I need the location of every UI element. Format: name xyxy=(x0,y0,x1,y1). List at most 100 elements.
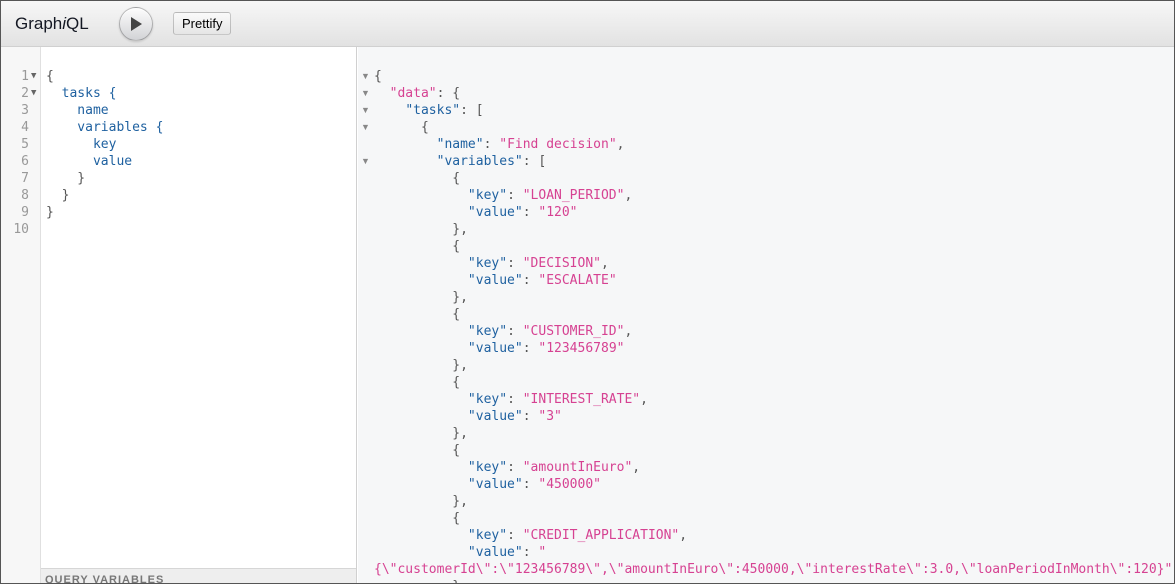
result-line: "value": "3" xyxy=(374,408,1172,425)
json-punctuation: : xyxy=(507,392,523,407)
json-key: "name" xyxy=(436,137,484,152)
result-line: {\"customerId\":\"123456789\",\"amountIn… xyxy=(374,561,1172,578)
fold-arrow-icon[interactable]: ▼ xyxy=(361,122,370,132)
json-punctuation xyxy=(374,324,468,339)
json-string: "data" xyxy=(389,86,437,101)
json-punctuation xyxy=(374,545,468,560)
fold-arrow-icon[interactable]: ▼ xyxy=(361,156,370,166)
result-line: "name": "Find decision", xyxy=(374,136,1172,153)
graphiql-window: GraphiQL Prettify 1 ▼{2 ▼ tasks {3 name 4 v… xyxy=(0,0,1175,584)
json-key: "value" xyxy=(467,273,523,288)
query-line[interactable]: 8 } xyxy=(1,187,357,204)
result-line: "key": "DECISION", xyxy=(374,255,1172,272)
json-punctuation: { xyxy=(374,69,382,84)
json-string: {\"customerId\":\"123456789\",\"amountIn… xyxy=(374,562,1173,577)
query-line-text: key xyxy=(46,137,117,152)
result-line: }, xyxy=(374,357,1172,374)
json-string: "LOAN_PERIOD" xyxy=(522,188,625,203)
json-punctuation xyxy=(374,392,468,407)
json-punctuation xyxy=(374,205,468,220)
result-line: "value": "450000" xyxy=(374,476,1172,493)
json-string: "ESCALATE" xyxy=(538,273,617,288)
play-icon xyxy=(131,16,142,31)
json-key: "key" xyxy=(467,256,508,271)
query-line[interactable]: 1 ▼ { xyxy=(1,68,357,85)
json-punctuation: : xyxy=(507,256,523,271)
json-punctuation: }, xyxy=(374,494,468,509)
json-string: "amountInEuro" xyxy=(522,460,633,475)
result-line: "tasks": [ xyxy=(374,102,1172,119)
query-variables-header[interactable]: QUERY VARIABLES xyxy=(41,568,356,583)
result-line: "key": "amountInEuro", xyxy=(374,459,1172,476)
query-editor[interactable]: 1 ▼{2 ▼ tasks {3 name 4 variables {5 key 6 v… xyxy=(1,47,357,583)
json-punctuation xyxy=(374,188,468,203)
json-key: "key" xyxy=(467,324,508,339)
fold-arrow-icon[interactable]: ▼ xyxy=(361,71,370,81)
query-line[interactable]: 9} xyxy=(1,204,357,221)
result-line: "variables": [ xyxy=(374,153,1172,170)
query-line[interactable]: 10 xyxy=(1,221,357,238)
json-punctuation xyxy=(374,460,468,475)
result-code: { "data": { "tasks": [ { "name": "Find d… xyxy=(374,68,1172,583)
query-line[interactable]: 5 key xyxy=(1,136,357,153)
fold-arrow-icon[interactable]: ▼ xyxy=(31,68,36,85)
query-line[interactable]: 3 name xyxy=(1,102,357,119)
json-punctuation: : xyxy=(522,477,539,492)
json-key: "key" xyxy=(467,188,508,203)
json-string: "3" xyxy=(538,409,562,424)
json-punctuation: : xyxy=(507,324,523,339)
json-key: "value" xyxy=(467,545,523,560)
json-key: "value" xyxy=(467,341,523,356)
line-number: 1 xyxy=(21,69,29,84)
fold-arrow-icon[interactable]: ▼ xyxy=(361,88,370,98)
json-punctuation: }, xyxy=(374,222,468,237)
json-punctuation: { xyxy=(374,511,461,526)
query-line-text: } xyxy=(46,171,86,186)
result-line: }, xyxy=(374,425,1172,442)
result-line: "value": "ESCALATE" xyxy=(374,272,1172,289)
json-punctuation xyxy=(374,154,437,169)
query-line[interactable]: 7 } xyxy=(1,170,357,187)
query-line[interactable]: 2 ▼ tasks { xyxy=(1,85,357,102)
json-key: "value" xyxy=(467,409,523,424)
json-punctuation: : xyxy=(507,188,523,203)
json-string: "123456789" xyxy=(538,341,625,356)
json-punctuation: : xyxy=(522,205,539,220)
json-string: "CUSTOMER_ID" xyxy=(522,324,625,339)
result-line: { xyxy=(374,68,1172,85)
result-line: } xyxy=(374,578,1172,583)
json-punctuation: { xyxy=(374,239,461,254)
json-string: "DECISION" xyxy=(522,256,601,271)
query-line-text: name xyxy=(46,103,109,118)
query-code[interactable]: 1 ▼{2 ▼ tasks {3 name 4 variables {5 key 6 v… xyxy=(1,68,357,238)
query-line[interactable]: 4 variables { xyxy=(1,119,357,136)
line-number: 6 xyxy=(21,154,29,169)
json-punctuation xyxy=(374,409,468,424)
line-number: 3 xyxy=(21,103,29,118)
result-line: }, xyxy=(374,289,1172,306)
json-punctuation: { xyxy=(374,375,461,390)
result-line: "key": "LOAN_PERIOD", xyxy=(374,187,1172,204)
query-line[interactable]: 6 value xyxy=(1,153,357,170)
fold-arrow-icon[interactable]: ▼ xyxy=(31,85,36,102)
json-punctuation: : [ xyxy=(460,103,484,118)
result-line: }, xyxy=(374,221,1172,238)
json-punctuation: , xyxy=(632,460,641,475)
json-punctuation: { xyxy=(374,443,461,458)
json-key: "key" xyxy=(467,528,508,543)
json-punctuation: , xyxy=(616,137,625,152)
line-number: 5 xyxy=(21,137,29,152)
json-punctuation: { xyxy=(374,307,461,322)
json-punctuation: , xyxy=(601,256,609,271)
json-string: "CREDIT_APPLICATION" xyxy=(522,528,680,543)
json-punctuation xyxy=(374,528,468,543)
fold-arrow-icon[interactable]: ▼ xyxy=(361,105,370,115)
json-punctuation: }, xyxy=(374,358,468,373)
query-line-text: tasks { xyxy=(46,86,117,101)
result-line: "key": "INTEREST_RATE", xyxy=(374,391,1172,408)
query-line-text: } xyxy=(46,205,54,220)
query-line-text: variables { xyxy=(46,120,164,135)
execute-query-button[interactable] xyxy=(119,6,153,41)
result-line: { xyxy=(374,442,1172,459)
prettify-button[interactable]: Prettify xyxy=(173,12,232,35)
